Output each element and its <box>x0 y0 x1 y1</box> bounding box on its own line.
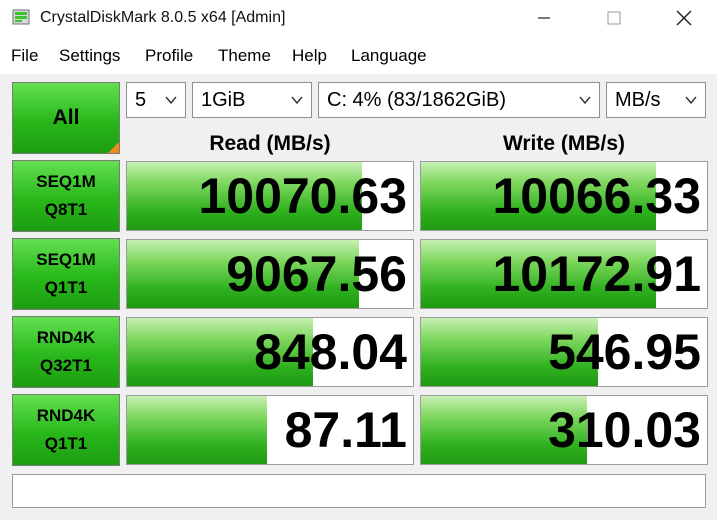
menu-file[interactable]: File <box>11 46 38 66</box>
write-value: 546.95 <box>548 324 701 380</box>
write-value: 10172.91 <box>492 246 701 302</box>
read-result-seq1m-q8t1: 10070.63 <box>126 161 414 231</box>
write-result-seq1m-q8t1: 10066.33 <box>420 161 708 231</box>
chevron-down-icon <box>291 96 303 105</box>
maximize-icon <box>607 11 621 25</box>
close-button[interactable] <box>650 0 717 36</box>
close-icon <box>676 10 692 26</box>
read-value: 848.04 <box>254 324 407 380</box>
rnd4k-q32t1-button[interactable]: RND4K Q32T1 <box>12 316 120 388</box>
test-size-select[interactable]: 1GiB <box>192 82 312 118</box>
read-result-seq1m-q1t1: 9067.56 <box>126 239 414 309</box>
test-name-line2: Q1T1 <box>44 278 88 297</box>
drive-select[interactable]: C: 4% (83/1862GiB) <box>318 82 600 118</box>
test-name-line2: Q32T1 <box>40 356 92 375</box>
menu-profile[interactable]: Profile <box>145 46 193 66</box>
read-result-rnd4k-q32t1: 848.04 <box>126 317 414 387</box>
menu-help[interactable]: Help <box>292 46 327 66</box>
minimize-icon <box>538 17 550 19</box>
menu-language[interactable]: Language <box>351 46 427 66</box>
test-count-select[interactable]: 5 <box>126 82 186 118</box>
read-header: Read (MB/s) <box>209 132 331 155</box>
title-bar: CrystalDiskMark 8.0.5 x64 [Admin] <box>0 0 717 36</box>
chevron-down-icon <box>165 96 177 105</box>
test-name-line1: SEQ1M <box>36 250 96 269</box>
chevron-down-icon <box>685 96 697 105</box>
corner-marker <box>108 142 119 153</box>
menu-settings[interactable]: Settings <box>59 46 120 66</box>
write-result-rnd4k-q32t1: 546.95 <box>420 317 708 387</box>
maximize-button[interactable] <box>580 0 648 36</box>
minimize-button[interactable] <box>510 0 578 36</box>
read-value: 9067.56 <box>226 246 407 302</box>
test-count-value: 5 <box>135 89 147 111</box>
seq1m-q8t1-button[interactable]: SEQ1M Q8T1 <box>12 160 120 232</box>
test-name-line2: Q1T1 <box>44 434 88 453</box>
read-value: 87.11 <box>284 402 407 458</box>
unit-value: MB/s <box>615 89 661 111</box>
write-header: Write (MB/s) <box>502 132 626 155</box>
app-icon <box>12 8 30 26</box>
all-button[interactable]: All <box>12 82 120 154</box>
test-name-line1: RND4K <box>36 406 96 425</box>
window-title: CrystalDiskMark 8.0.5 x64 [Admin] <box>40 9 286 26</box>
drive-value: C: 4% (83/1862GiB) <box>327 89 506 111</box>
menu-theme[interactable]: Theme <box>218 46 271 66</box>
menu-bar: File Settings Profile Theme Help Languag… <box>0 40 717 70</box>
seq1m-q1t1-button[interactable]: SEQ1M Q1T1 <box>12 238 120 310</box>
write-value: 10066.33 <box>492 168 701 224</box>
read-result-rnd4k-q1t1: 87.11 <box>126 395 414 465</box>
read-value: 10070.63 <box>198 168 407 224</box>
comment-field[interactable] <box>12 474 706 508</box>
rnd4k-q1t1-button[interactable]: RND4K Q1T1 <box>12 394 120 466</box>
write-value: 310.03 <box>548 402 701 458</box>
chevron-down-icon <box>579 96 591 105</box>
test-size-value: 1GiB <box>201 89 246 111</box>
write-result-seq1m-q1t1: 10172.91 <box>420 239 708 309</box>
write-result-rnd4k-q1t1: 310.03 <box>420 395 708 465</box>
test-name-line1: SEQ1M <box>36 172 96 191</box>
all-button-label: All <box>52 106 80 129</box>
read-bar <box>127 396 268 464</box>
unit-select[interactable]: MB/s <box>606 82 706 118</box>
test-name-line1: RND4K <box>36 328 96 347</box>
test-name-line2: Q8T1 <box>44 200 88 219</box>
